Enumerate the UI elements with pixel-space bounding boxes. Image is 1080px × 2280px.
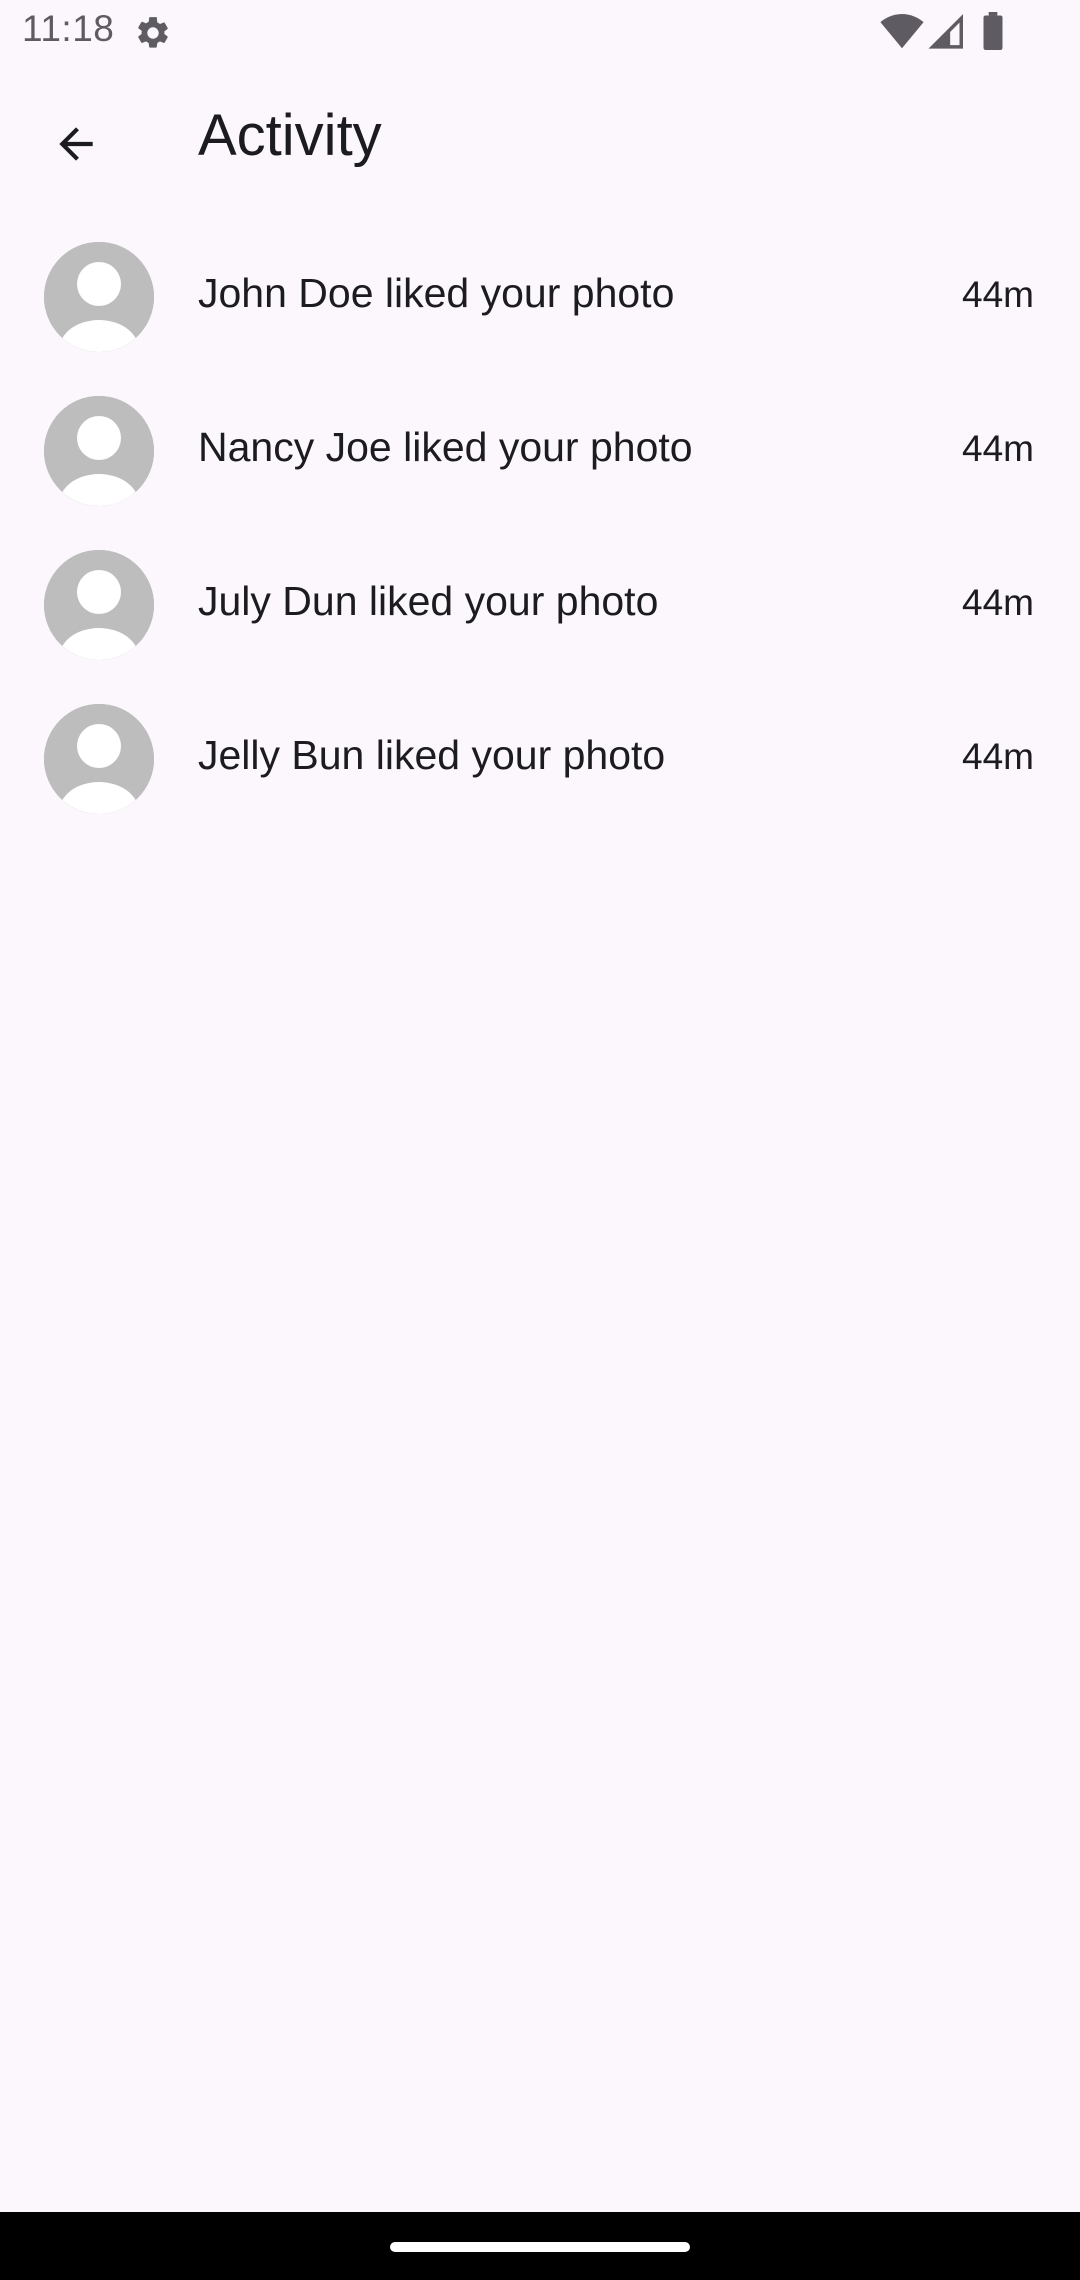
battery-icon — [983, 12, 1003, 50]
list-item[interactable]: Jelly Bun liked your photo 44m — [0, 682, 1080, 836]
home-indicator[interactable] — [390, 2242, 690, 2252]
gear-icon — [138, 17, 168, 48]
activity-text: John Doe liked your photo — [198, 270, 675, 316]
default-user-avatar-icon — [44, 550, 154, 660]
activity-time: 44m — [962, 428, 1034, 469]
status-bar: 11:18 — [0, 0, 1080, 66]
avatar — [44, 704, 154, 814]
avatar — [44, 396, 154, 506]
default-user-avatar-icon — [44, 704, 154, 814]
page-title: Activity — [198, 103, 382, 168]
avatar — [44, 550, 154, 660]
activity-text: Jelly Bun liked your photo — [198, 732, 666, 778]
activity-time: 44m — [962, 274, 1034, 315]
activity-time: 44m — [962, 582, 1034, 623]
avatar — [44, 242, 154, 352]
arrow-left-icon — [59, 127, 93, 161]
activity-text: Nancy Joe liked your photo — [198, 424, 693, 470]
activity-list: John Doe liked your photo 44m Nancy Joe … — [0, 220, 1080, 836]
status-time: 11:18 — [22, 8, 115, 49]
activity-text: July Dun liked your photo — [198, 578, 659, 624]
app-bar: Activity — [0, 66, 1080, 216]
wifi-icon — [880, 14, 924, 49]
default-user-avatar-icon — [44, 396, 154, 506]
activity-time: 44m — [962, 736, 1034, 777]
list-item[interactable]: John Doe liked your photo 44m — [0, 220, 1080, 374]
list-item[interactable]: July Dun liked your photo 44m — [0, 528, 1080, 682]
screen: 11:18 Activity John Doe liked your photo… — [0, 0, 1080, 2280]
list-item[interactable]: Nancy Joe liked your photo 44m — [0, 374, 1080, 528]
default-user-avatar-icon — [44, 242, 154, 352]
navigation-bar — [0, 2212, 1080, 2280]
back-button[interactable] — [28, 96, 124, 192]
signal-icon — [928, 14, 963, 49]
